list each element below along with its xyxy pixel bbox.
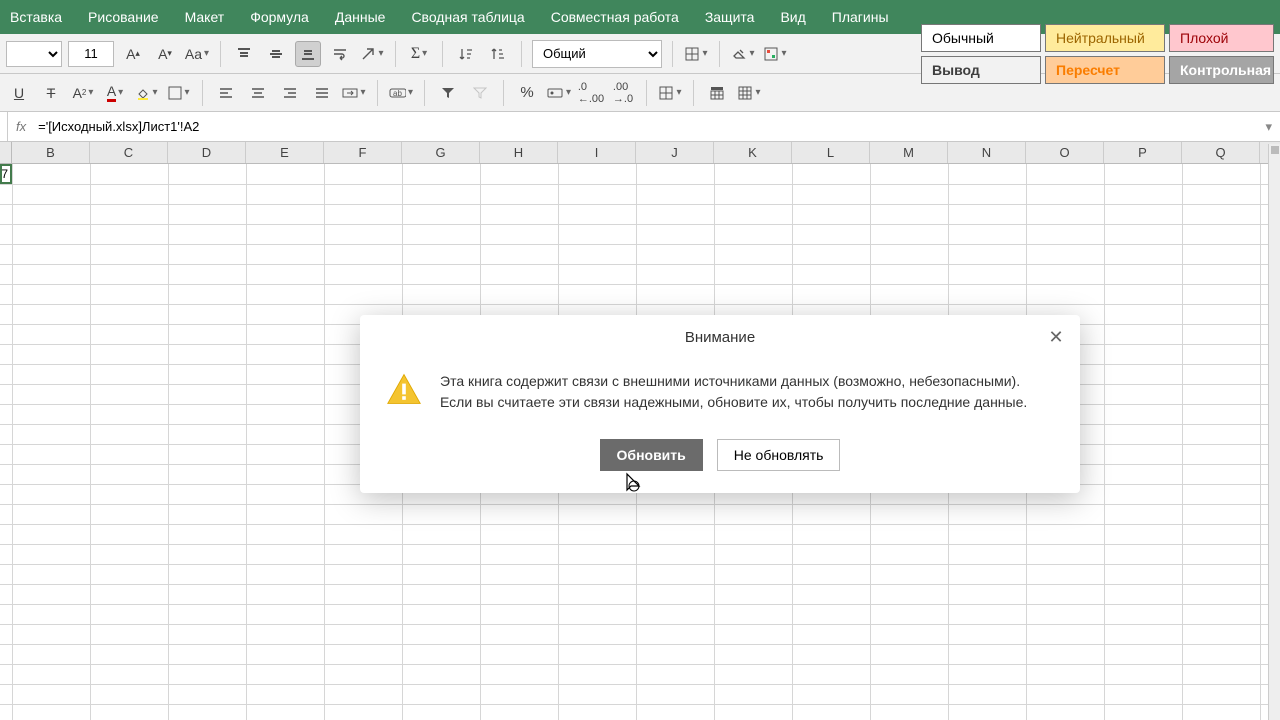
warning-icon bbox=[386, 371, 422, 407]
dialog-title: Внимание bbox=[685, 329, 755, 346]
update-button[interactable]: Обновить bbox=[600, 439, 703, 471]
dialog-message: Эта книга содержит связи с внешними исто… bbox=[440, 371, 1054, 413]
dont-update-button[interactable]: Не обновлять bbox=[717, 439, 841, 471]
warning-dialog: Внимание ✕ Эта книга содержит связи с вн… bbox=[360, 315, 1080, 493]
dialog-backdrop: Внимание ✕ Эта книга содержит связи с вн… bbox=[0, 0, 1280, 720]
close-icon[interactable]: ✕ bbox=[1044, 325, 1068, 349]
